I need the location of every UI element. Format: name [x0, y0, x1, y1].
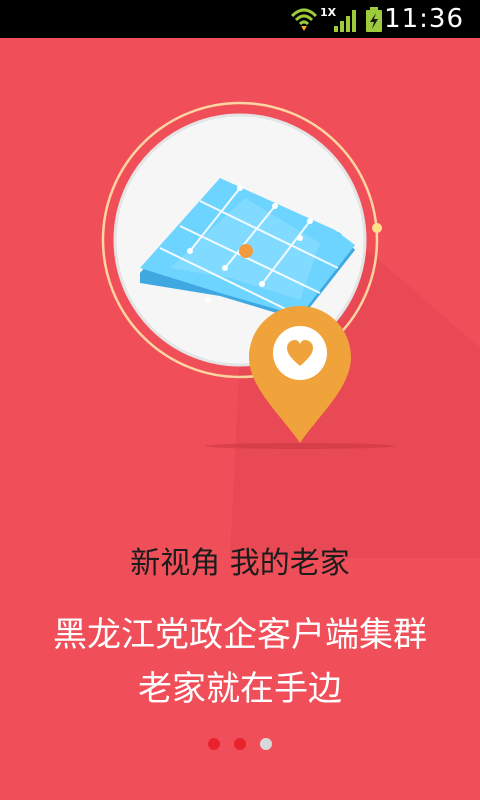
orbit-dot — [372, 223, 382, 233]
status-icons: 1X — [290, 6, 382, 32]
onboarding-subtitle: 新视角 我的老家 — [130, 546, 350, 581]
headline-line-2: 老家就在手边 — [138, 669, 342, 709]
status-bar: 1X 11:36 — [0, 0, 480, 38]
status-time: 11:36 — [384, 4, 464, 34]
location-dot — [239, 244, 253, 258]
onboarding-screen[interactable]: 新视角 我的老家 黑龙江党政企客户端集群 老家就在手边 — [0, 38, 480, 800]
wifi-icon — [290, 8, 318, 31]
page-dot-3[interactable] — [260, 738, 272, 750]
onboarding-headline: 黑龙江党政企客户端集群 老家就在手边 — [0, 608, 480, 716]
page-indicator — [0, 738, 480, 750]
page-dot-2[interactable] — [234, 738, 246, 750]
network-type-label: 1X — [320, 6, 337, 19]
hero-illustration — [101, 101, 480, 558]
signal-icon — [334, 10, 356, 32]
page-dot-1[interactable] — [208, 738, 220, 750]
battery-charging-icon — [366, 7, 382, 32]
headline-line-1: 黑龙江党政企客户端集群 — [53, 615, 427, 655]
